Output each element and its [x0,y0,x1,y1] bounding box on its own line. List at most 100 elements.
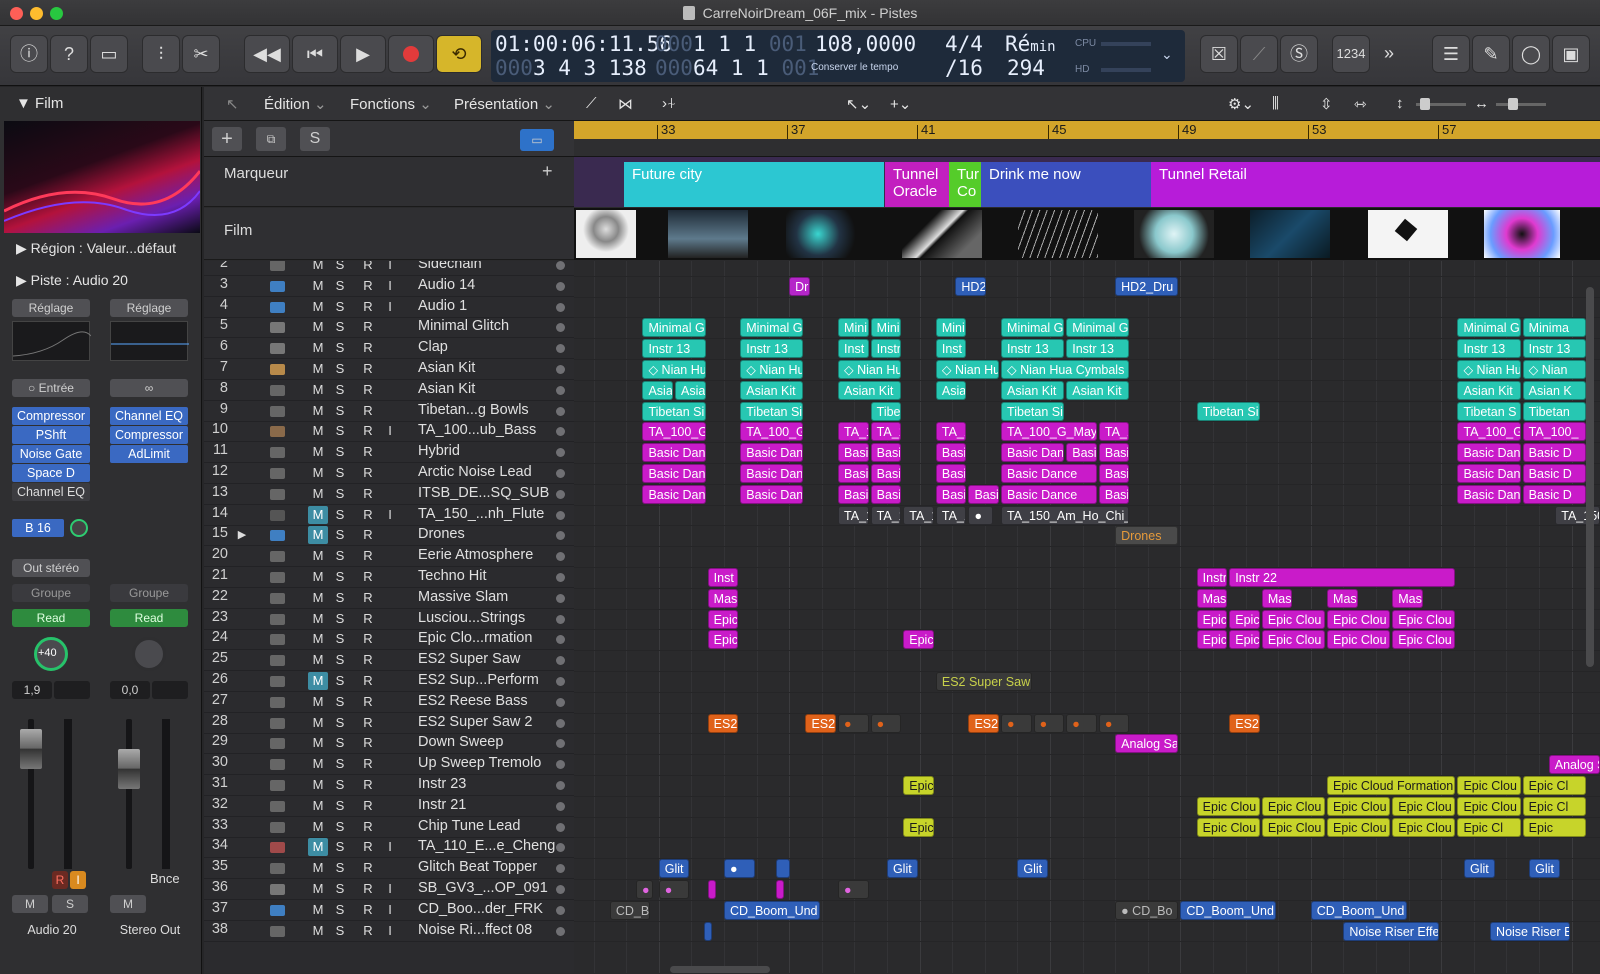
track-on-off-indicator[interactable] [556,385,565,395]
track-header[interactable]: 20 M S R Eerie Atmosphere [204,546,574,568]
send-bus[interactable]: B 16 [12,519,64,537]
track-record-button[interactable]: R [358,485,378,503]
track-header[interactable]: 37 M S R I CD_Boo...der_FRK [204,900,574,921]
track-mute-button[interactable]: M [308,838,328,857]
functions-menu[interactable]: Fonctions ⌄ [350,95,432,113]
global-tracks-icon[interactable]: ▭ [520,129,554,151]
pointer-tool-icon[interactable]: ↖⌄ [846,95,871,113]
eq-thumbnail[interactable] [12,321,92,361]
track-input-monitor-button[interactable]: I [380,422,400,440]
input-button[interactable]: ○ Entrée [12,379,90,397]
track-solo-button[interactable]: S [330,901,350,919]
folder-disclosure-icon[interactable]: ▶ [232,526,252,544]
help-icon[interactable]: ? [50,35,88,73]
gear-icon[interactable]: ⚙⌄ [1228,95,1254,113]
region[interactable]: TA_1 [838,505,869,525]
replace-mode-icon[interactable]: ☒ [1200,35,1238,73]
region[interactable]: Glit [1529,859,1560,879]
region[interactable]: Asia [642,380,674,400]
track-on-off-indicator[interactable] [556,261,565,270]
lcd-key[interactable]: Rémin [1005,32,1056,56]
region[interactable]: Glit [1463,859,1495,879]
track-mute-button[interactable]: M [308,568,328,586]
region[interactable]: Epic Clou [1196,796,1260,816]
track-on-off-indicator[interactable] [556,635,565,645]
region[interactable]: TA_100_G [1457,422,1521,442]
track-record-button[interactable]: R [358,526,378,544]
region[interactable]: Asian K [1522,380,1586,400]
region[interactable]: TA_1 [870,505,902,525]
region[interactable]: Minimal G [740,318,804,338]
region[interactable]: ◇ Nian Hu [642,360,706,379]
region[interactable]: TA_100_G_ [740,422,804,442]
track-record-button[interactable]: R [358,360,378,378]
track-record-button[interactable]: R [358,261,378,274]
region[interactable]: Epic Clou [1392,817,1456,837]
track-mute-button[interactable]: M [308,505,328,524]
track-record-button[interactable]: R [358,651,378,669]
input-monitor-button[interactable]: I [70,871,86,889]
track-name[interactable]: Asian Kit [418,360,558,376]
region[interactable]: Mas [1327,588,1358,608]
back-arrow-icon[interactable]: ↖ [226,95,239,113]
record-button[interactable] [388,35,434,73]
track-solo-button[interactable]: S [330,261,350,274]
region[interactable]: Basic Dan [642,443,706,463]
track-mute-button[interactable]: M [308,714,328,732]
region[interactable]: ● [838,880,869,899]
region[interactable]: Basic Dan [1457,484,1521,504]
region[interactable]: Dr [789,276,810,296]
region[interactable]: Epic Clou [1261,630,1326,650]
mute-button[interactable]: M [12,895,48,913]
track-header[interactable]: 26 M S R ES2 Sup...Perform [204,671,574,692]
track-mute-button[interactable]: M [308,464,328,482]
plugin-slot[interactable]: Compressor [110,426,188,444]
track-header[interactable]: 5 M S R Minimal Glitch [204,317,574,339]
track-name[interactable]: ES2 Sup...Perform [418,672,558,688]
region[interactable]: Asia [935,380,967,400]
region[interactable]: Epic [707,609,739,629]
lcd-time-signature[interactable]: 4/4 [945,32,983,56]
region[interactable]: TA_1 [838,422,869,442]
track-record-button[interactable]: R [358,610,378,628]
track-header[interactable]: 11 M S R Hybrid [204,442,574,464]
region[interactable]: Glit [886,859,918,879]
mute-button[interactable]: M [110,895,146,913]
track-solo-button[interactable]: S [330,797,350,815]
track-solo-button[interactable]: S [330,630,350,648]
region[interactable]: Tibetan Si [1196,401,1260,421]
region[interactable]: ◇ Nian Hua Cymbals [1001,360,1130,379]
track-on-off-indicator[interactable] [556,344,565,354]
count-in-button[interactable]: 1234 [1332,35,1370,73]
track-solo-button[interactable]: S [330,443,350,461]
region[interactable]: ◇ Nian Hu [935,360,1000,379]
track-mute-button[interactable]: M [308,859,328,877]
region[interactable]: Epic Clou [1457,776,1521,795]
region[interactable]: ● [838,713,869,733]
region[interactable]: Epic Cloud Formation [1327,776,1456,795]
track-header[interactable]: 22 M S R Massive Slam [204,588,574,609]
track-solo-button[interactable]: S [330,859,350,877]
region[interactable]: Basic Dan [642,484,706,504]
track-mute-button[interactable]: M [308,693,328,711]
waveform-zoom-icon[interactable]: ⫼ [1272,95,1279,112]
region[interactable]: Epic [1522,817,1586,837]
solo-mode-icon[interactable]: Ⓢ [1280,35,1318,73]
track-header[interactable]: 31 M S R Instr 23 [204,775,574,796]
track-on-off-indicator[interactable] [556,677,565,686]
region[interactable]: Mas [1196,588,1228,608]
region[interactable]: ● [1001,713,1032,733]
region[interactable]: Instr 13 [642,339,706,359]
track-mute-button[interactable]: M [308,298,328,316]
track-record-button[interactable]: R [358,443,378,461]
rewind-button[interactable]: ◀◀ [244,35,290,73]
region[interactable] [707,880,716,899]
track-record-button[interactable]: R [358,714,378,732]
track-mute-button[interactable]: M [308,547,328,565]
track-mute-button[interactable]: M [308,755,328,773]
region[interactable]: Tibetan S [1457,401,1521,421]
setting-button[interactable]: Réglage [110,299,188,317]
track-mute-button[interactable]: M [308,901,328,919]
track-mute-button[interactable]: M [308,672,328,690]
browser-icon[interactable]: ▣ [1552,35,1590,73]
